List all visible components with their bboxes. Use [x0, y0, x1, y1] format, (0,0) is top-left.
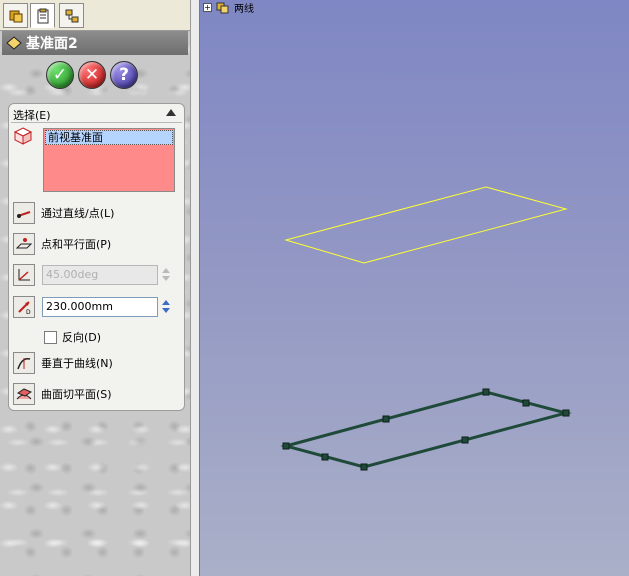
plane-handle[interactable] — [482, 388, 490, 396]
cancel-button[interactable]: ✕ — [78, 61, 106, 89]
svg-text:D: D — [26, 309, 31, 315]
curve-normal-icon — [17, 357, 31, 370]
plane-handle[interactable] — [461, 436, 469, 444]
plane-handle[interactable] — [522, 399, 530, 407]
help-button[interactable]: ? — [110, 61, 138, 89]
property-clipboard-icon — [37, 8, 48, 23]
through-lines-label: 通过直线/点(L) — [41, 207, 115, 220]
option-on-surface[interactable]: 曲面切平面(S) — [13, 383, 112, 405]
angle-stepper[interactable] — [159, 265, 173, 285]
plane-handle[interactable] — [282, 442, 290, 450]
configuration-icon — [65, 9, 78, 22]
option-offset[interactable]: D — [13, 296, 41, 318]
action-buttons: ✓ ✕ ? — [46, 61, 138, 89]
plane-handles[interactable] — [282, 388, 570, 471]
plane-handle[interactable] — [562, 409, 570, 417]
point-parallel-label: 点和平行面(P) — [41, 238, 112, 251]
selection-group: 选择(E) 前视基准面 通过直线/点(L) 点和平行面(P) 45.00deg … — [8, 103, 185, 411]
property-manager-panel: 基准面2 ✓ ✕ ? 选择(E) 前视基准面 通过直线/点(L) 点和平行面(P… — [0, 0, 190, 576]
offset-stepper[interactable] — [159, 297, 173, 317]
through-lines-button[interactable] — [13, 202, 35, 224]
on-surface-button[interactable] — [13, 383, 35, 405]
parallel-plane-icon — [16, 238, 32, 249]
option-through-lines[interactable]: 通过直线/点(L) — [13, 202, 114, 224]
offset-distance-icon: D — [18, 301, 31, 315]
plane-handle[interactable] — [382, 415, 390, 423]
panel-splitter[interactable] — [190, 0, 200, 576]
reverse-checkbox[interactable]: 反向(D) — [44, 329, 101, 345]
point-parallel-button[interactable] — [13, 233, 35, 255]
offset-button[interactable]: D — [13, 296, 35, 318]
feature-title-bar: 基准面2 — [2, 31, 188, 55]
panel-tab-bar — [0, 0, 190, 31]
option-point-parallel[interactable]: 点和平行面(P) — [13, 233, 111, 255]
option-angle[interactable] — [13, 264, 41, 286]
angle-button[interactable] — [13, 264, 35, 286]
page-title: 基准面2 — [26, 36, 78, 52]
option-normal-to-curve[interactable]: 垂直于曲线(N) — [13, 352, 113, 374]
tab-feature-manager[interactable] — [3, 3, 28, 28]
feature-tree-icon — [9, 10, 22, 22]
line-point-icon — [17, 211, 31, 218]
preview-plane[interactable] — [284, 186, 568, 264]
plane-icon — [6, 36, 22, 50]
ok-button[interactable]: ✓ — [46, 61, 74, 89]
angle-input[interactable]: 45.00deg — [42, 265, 158, 285]
checkbox-box[interactable] — [44, 330, 57, 344]
collapse-arrow-icon[interactable] — [166, 109, 176, 116]
normal-to-curve-button[interactable] — [13, 352, 35, 374]
cube-selection-icon — [13, 127, 33, 145]
tab-configuration-manager[interactable] — [59, 3, 84, 28]
plane-handle[interactable] — [360, 463, 368, 471]
tab-property-manager[interactable] — [30, 3, 55, 28]
normal-to-curve-label: 垂直于曲线(N) — [41, 357, 113, 370]
reverse-label: 反向(D) — [62, 331, 102, 344]
model-canvas[interactable] — [200, 0, 629, 576]
divider — [11, 122, 182, 123]
angle-icon — [18, 269, 30, 281]
graphics-viewport[interactable]: + 两线 — [200, 0, 629, 576]
surface-tangent-icon — [16, 388, 32, 400]
list-item[interactable]: 前视基准面 — [45, 130, 173, 145]
on-surface-label: 曲面切平面(S) — [41, 388, 112, 401]
offset-distance-input[interactable]: 230.000mm — [42, 297, 158, 317]
selection-list[interactable]: 前视基准面 — [43, 128, 175, 192]
plane-handle[interactable] — [321, 453, 329, 461]
group-label: 选择(E) — [13, 109, 51, 122]
